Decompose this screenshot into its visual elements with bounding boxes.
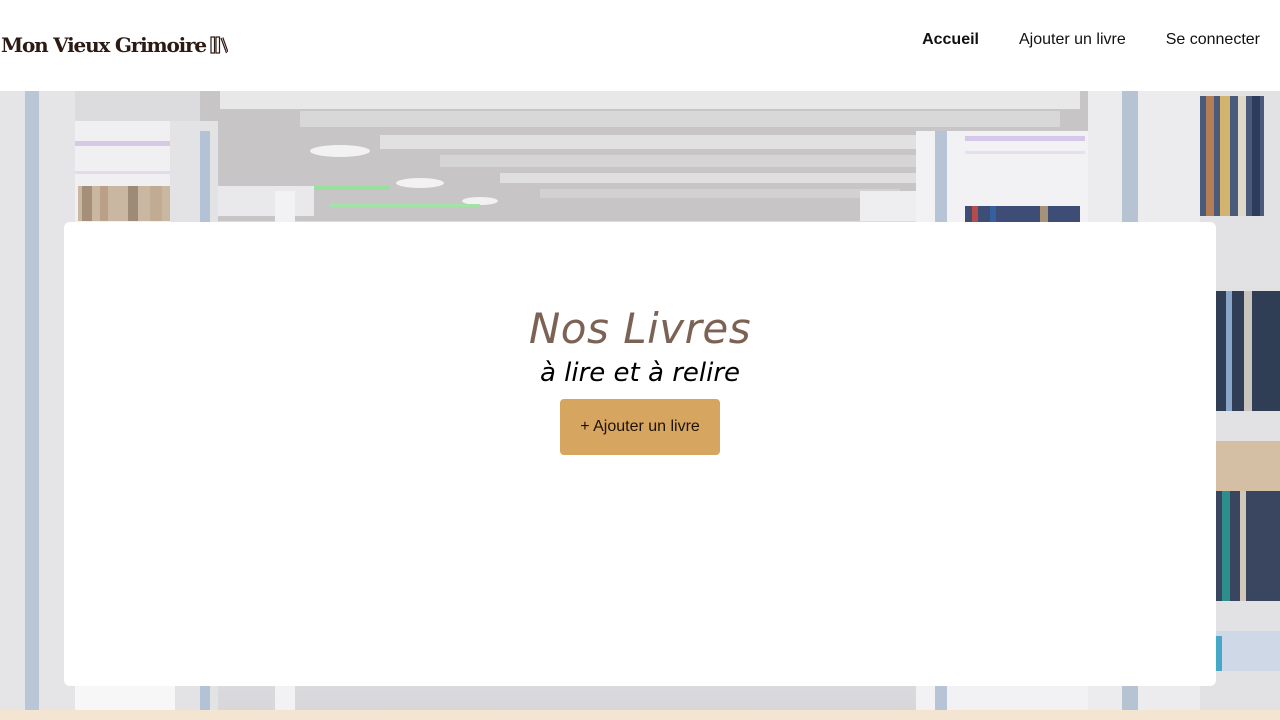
books-icon xyxy=(210,36,228,54)
nav-link-add-book[interactable]: Ajouter un livre xyxy=(1019,31,1126,49)
hero-card-content: Nos Livres à lire et à relire + Ajouter … xyxy=(64,222,1216,595)
logo-text: Mon Vieux Grimoire xyxy=(1,33,207,57)
nav-link-home[interactable]: Accueil xyxy=(922,31,979,49)
nav-link-login[interactable]: Se connecter xyxy=(1166,31,1260,49)
site-header: Mon Vieux Grimoire Accueil Ajouter un li… xyxy=(0,0,1280,91)
add-book-button[interactable]: + Ajouter un livre xyxy=(560,399,720,455)
main-nav: Accueil Ajouter un livre Se connecter xyxy=(922,31,1260,49)
footer-strip xyxy=(0,710,1280,720)
site-logo[interactable]: Mon Vieux Grimoire xyxy=(1,33,228,57)
page-title: Nos Livres xyxy=(528,304,752,353)
page-subtitle: à lire et à relire xyxy=(539,358,741,388)
